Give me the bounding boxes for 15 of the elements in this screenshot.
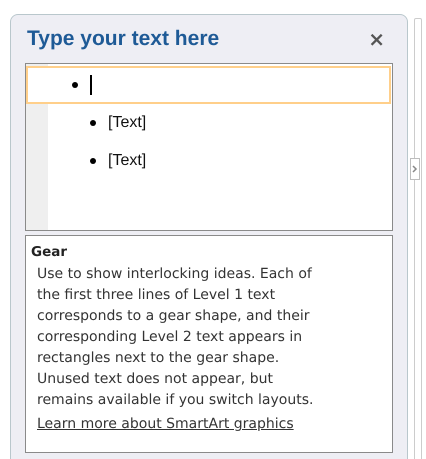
pane-title: Type your text here [27,26,220,52]
chevron-right-icon [412,165,418,173]
text-list-field[interactable]: [Text] [Text] [25,63,393,231]
bullet-item[interactable]: [Text] [48,104,392,142]
learn-more-link[interactable]: Learn more about SmartArt graphics [37,414,294,436]
expand-tab[interactable] [410,158,420,180]
bullet-icon [72,82,78,88]
description-heading: Gear [31,243,68,262]
item-text: [Text] [108,113,146,133]
item-text: [Text] [108,151,146,171]
close-button[interactable]: × [368,29,385,49]
bullet-icon [90,120,96,126]
bullet-icon [90,158,96,164]
description-text: Use to show interlocking ideas. Each of the first three lines of Level 1 text corresponds to a gear shape, and their corresponding Level 2 text appears in rectangles next to the gear shape. Unused text does not appear, but remains available if you switch layouts. [36,265,314,410]
bullet-item[interactable]: [Text] [48,142,392,180]
